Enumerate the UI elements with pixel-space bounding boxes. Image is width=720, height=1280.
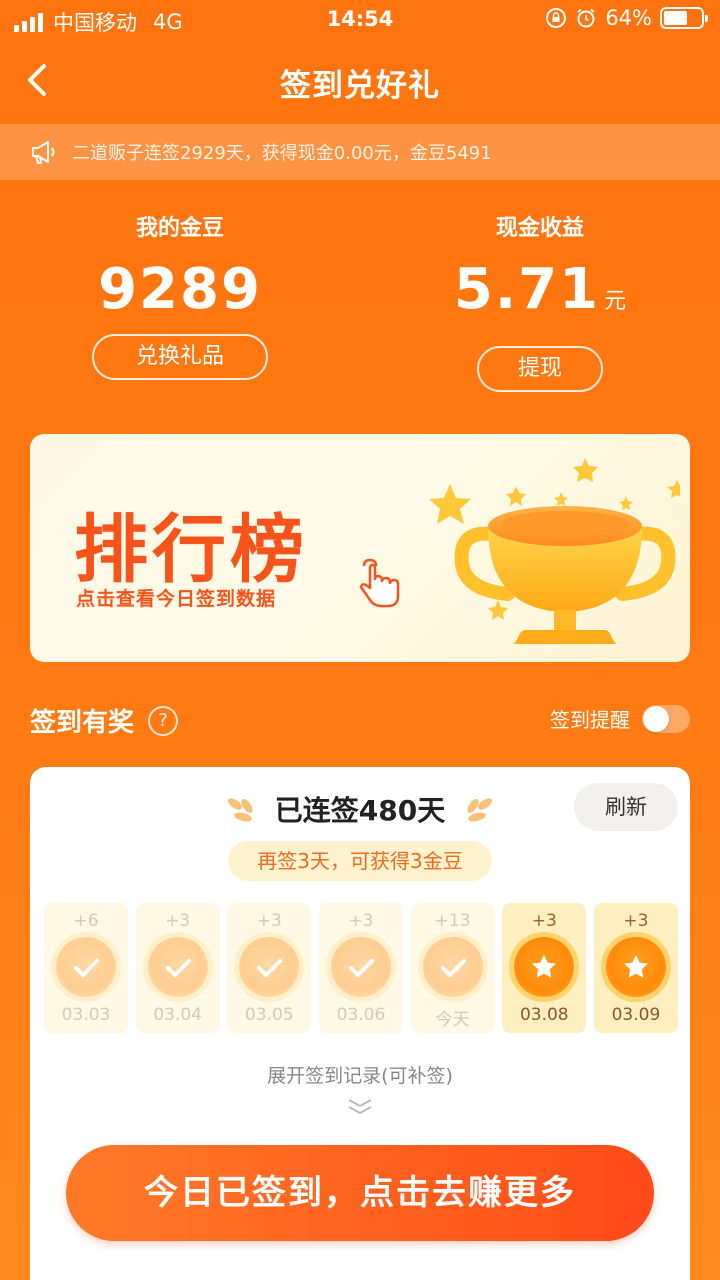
reminder-label: 签到提醒 (550, 708, 630, 732)
battery-percent: 64% (605, 6, 652, 30)
page-title: 签到兑好礼 (280, 68, 440, 104)
trophy-icon (429, 458, 680, 644)
day-date: 今天 (435, 1010, 470, 1030)
ranking-title: 排行榜 (74, 507, 308, 593)
withdraw-button[interactable]: 提现 (477, 346, 603, 392)
day-cell[interactable]: +3 03.08 (502, 903, 587, 1033)
day-cell[interactable]: +3 03.05 (227, 903, 312, 1033)
day-cell[interactable]: +3 03.09 (593, 903, 678, 1033)
cash-unit: 元 (604, 289, 627, 314)
status-right: 64% (545, 6, 708, 30)
reminder-toggle[interactable] (642, 704, 690, 733)
beans-label: 我的金豆 (135, 216, 224, 241)
day-date: 03.08 (519, 1005, 569, 1025)
day-bonus: +3 (531, 911, 557, 931)
checkin-section-title: 签到有奖 ? (30, 702, 179, 739)
day-bonus: +3 (165, 911, 191, 931)
day-bonus: +6 (73, 911, 99, 931)
ranking-subtitle: 点击查看今日签到数据 (76, 588, 277, 610)
reward-hint: 再签3天，可获得3金豆 (228, 841, 492, 881)
question-icon[interactable]: ? (148, 705, 179, 736)
notice-bar: 二道贩子连签2929天，获得现金0.00元，金豆5491 (0, 124, 720, 180)
day-list: +6 03.03 +3 03.04 +3 03.05 +3 03.06 +13 … (44, 903, 678, 1033)
star-coin-icon (605, 937, 666, 997)
day-bonus: +3 (623, 911, 649, 931)
day-cell[interactable]: +3 03.06 (318, 903, 403, 1033)
checkin-title-text: 签到有奖 (30, 708, 135, 738)
day-bonus: +3 (348, 911, 374, 931)
beans-value: 9289 (98, 257, 262, 322)
laurel-left-icon (227, 798, 253, 822)
day-date: 03.06 (336, 1005, 386, 1025)
day-cell[interactable]: +3 03.04 (135, 903, 220, 1033)
ranking-banner[interactable]: 排行榜 点击查看今日签到数据 (30, 434, 690, 662)
orientation-lock-icon (546, 8, 567, 28)
checkmark-coin-icon (147, 937, 208, 997)
reminder-row: 签到提醒 (550, 704, 690, 733)
toggle-knob (643, 705, 669, 732)
megaphone-icon (32, 141, 55, 164)
day-bonus: +13 (434, 911, 471, 931)
day-date: 03.03 (61, 1005, 111, 1025)
checkmark-coin-icon (56, 937, 116, 997)
checkmark-coin-icon (330, 937, 391, 997)
refresh-button[interactable]: 刷新 (574, 783, 678, 831)
notice-text: 二道贩子连签2929天，获得现金0.00元，金豆5491 (72, 143, 492, 164)
alarm-icon (577, 8, 595, 28)
day-date: 03.05 (244, 1005, 294, 1025)
beans-stat: 我的金豆 9289 兑换礼品 (90, 210, 270, 380)
streak-text: 已连签480天 (274, 794, 446, 827)
star-coin-icon (514, 937, 575, 997)
cash-value-row: 5.71 元 (450, 258, 630, 334)
day-bonus: +3 (256, 911, 282, 931)
earn-more-button[interactable]: 今日已签到，点击去赚更多 (66, 1145, 654, 1241)
day-cell[interactable]: +6 03.03 (44, 903, 128, 1033)
cash-label: 现金收益 (495, 216, 584, 241)
status-bar: 中国移动 4G 14:54 64% (0, 0, 720, 40)
nav-bar: 签到兑好礼 (0, 40, 720, 122)
checkmark-coin-icon (239, 937, 300, 997)
expand-records-link[interactable]: 展开签到记录(可补签) (30, 1061, 690, 1088)
day-date: 03.09 (611, 1005, 661, 1025)
checkin-card: 已连签480天 刷新 再签3天，可获得3金豆 +6 03.03 +3 03.04… (30, 767, 690, 1280)
day-cell[interactable]: +13 今天 (410, 903, 495, 1033)
cash-value: 5.71 (453, 257, 601, 322)
checkmark-coin-icon (422, 937, 483, 997)
laurel-right-icon (467, 798, 493, 822)
redeem-gift-button[interactable]: 兑换礼品 (92, 334, 268, 380)
day-date: 03.04 (153, 1005, 202, 1025)
cash-stat: 现金收益 5.71 元 提现 (450, 210, 630, 392)
battery-icon (660, 7, 708, 29)
double-chevron-down-icon[interactable] (346, 1097, 374, 1117)
